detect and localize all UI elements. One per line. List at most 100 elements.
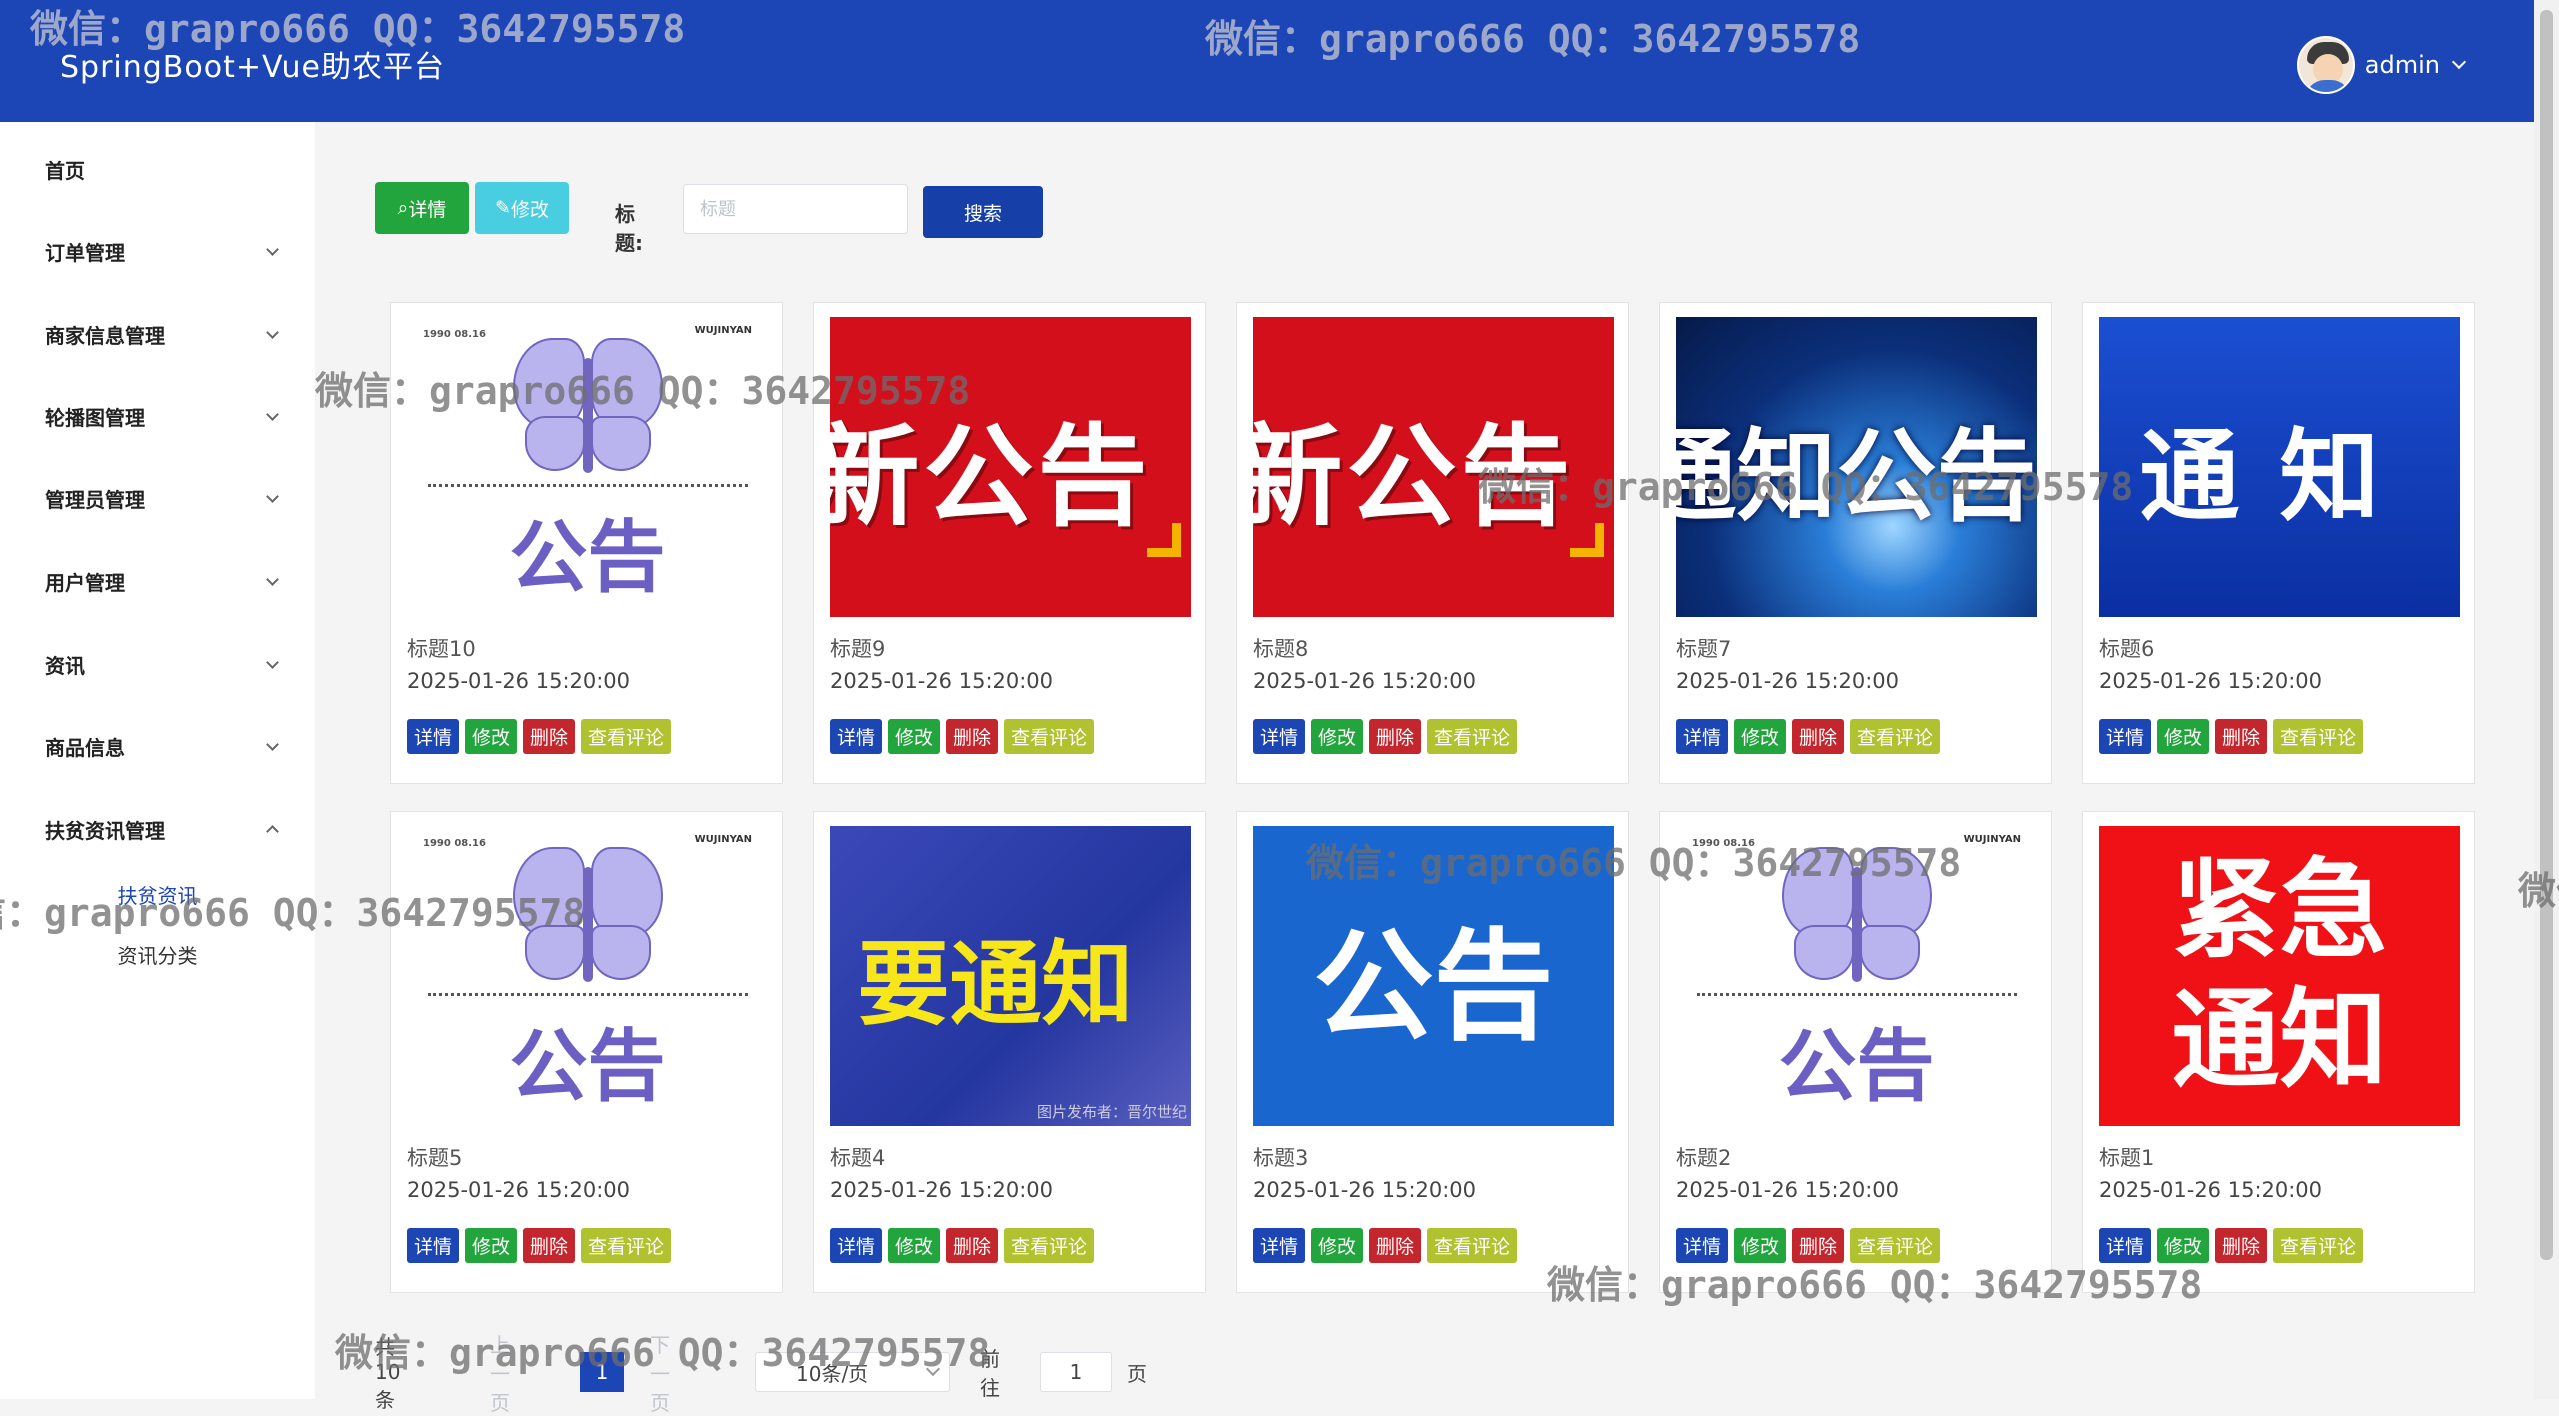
- card-time: 2025-01-26 15:20:00: [407, 669, 631, 693]
- card-detail-button[interactable]: 详情: [2099, 719, 2152, 754]
- card-edit-button[interactable]: 修改: [888, 1228, 941, 1263]
- card-image[interactable]: 1990 08.16 WUJINYAN 公告: [407, 826, 768, 1126]
- sidebar-item-poverty-news[interactable]: 扶贫资讯管理: [0, 799, 315, 859]
- card-comments-button[interactable]: 查看评论: [2273, 1228, 2364, 1263]
- card-image[interactable]: 要通知 图片发布者：晋尔世纪: [830, 826, 1191, 1126]
- card-title: 标题7: [1676, 637, 1732, 661]
- card-time: 2025-01-26 15:20:00: [2099, 669, 2323, 693]
- sidebar-item-orders[interactable]: 订单管理: [0, 221, 315, 281]
- chevron-down-icon[interactable]: [2451, 54, 2467, 70]
- card-delete-button[interactable]: 删除: [2215, 719, 2268, 754]
- card-detail-button[interactable]: 详情: [830, 1228, 883, 1263]
- search-input[interactable]: [683, 184, 908, 234]
- search-icon: ⌕: [397, 197, 409, 219]
- card-edit-button[interactable]: 修改: [2157, 719, 2210, 754]
- card-delete-button[interactable]: 删除: [2215, 1228, 2268, 1263]
- card-detail-button[interactable]: 详情: [1253, 719, 1306, 754]
- card-delete-button[interactable]: 删除: [1792, 719, 1845, 754]
- card-comments-button[interactable]: 查看评论: [1850, 719, 1941, 754]
- card-delete-button[interactable]: 删除: [1369, 1228, 1422, 1263]
- card-delete-button[interactable]: 删除: [523, 719, 576, 754]
- chevron-down-icon[interactable]: [266, 738, 279, 751]
- card-detail-button[interactable]: 详情: [1676, 719, 1729, 754]
- card-edit-button[interactable]: 修改: [1311, 719, 1364, 754]
- pencil-icon: ✎: [495, 197, 511, 219]
- card-time: 2025-01-26 15:20:00: [407, 1178, 631, 1202]
- watermark: 微信：grapro666 QQ：3642795578: [1205, 17, 1861, 61]
- goto-page-input[interactable]: 1: [1040, 1352, 1112, 1392]
- chevron-down-icon[interactable]: [266, 408, 279, 421]
- card-title: 标题3: [1253, 1146, 1309, 1170]
- card-time: 2025-01-26 15:20:00: [1253, 669, 1477, 693]
- sidebar-item-news[interactable]: 资讯: [0, 634, 315, 694]
- card-title: 标题6: [2099, 637, 2155, 661]
- card-title: 标题1: [2099, 1146, 2155, 1170]
- card-title: 标题9: [830, 637, 886, 661]
- sidebar-item-admins[interactable]: 管理员管理: [0, 468, 315, 528]
- news-card[interactable]: 紧急 通知 标题1 2025-01-26 15:20:00 详情 修改 删除 查看评论: [2082, 811, 2475, 1293]
- card-comments-button[interactable]: 查看评论: [1427, 719, 1518, 754]
- chevron-down-icon[interactable]: [266, 490, 279, 503]
- card-time: 2025-01-26 15:20:00: [1676, 1178, 1900, 1202]
- card-title: 标题5: [407, 1146, 463, 1170]
- card-image[interactable]: 紧急 通知: [2099, 826, 2460, 1126]
- card-comments-button[interactable]: 查看评论: [1427, 1228, 1518, 1263]
- card-detail-button[interactable]: 详情: [830, 719, 883, 754]
- card-edit-button[interactable]: 修改: [465, 719, 518, 754]
- search-label: 标题:: [615, 202, 643, 255]
- card-time: 2025-01-26 15:20:00: [1253, 1178, 1477, 1202]
- detail-button[interactable]: ⌕ 详情: [375, 182, 469, 234]
- chevron-down-icon[interactable]: [266, 656, 279, 669]
- card-time: 2025-01-26 15:20:00: [830, 1178, 1054, 1202]
- watermark: 微信：grapro666 QQ：3642795578: [30, 7, 686, 51]
- card-time: 2025-01-26 15:20:00: [830, 669, 1054, 693]
- edit-button[interactable]: ✎ 修改: [475, 182, 569, 234]
- card-detail-button[interactable]: 详情: [407, 719, 460, 754]
- card-edit-button[interactable]: 修改: [1734, 719, 1787, 754]
- page-scrollbar[interactable]: [2534, 0, 2559, 1399]
- card-edit-button[interactable]: 修改: [888, 719, 941, 754]
- news-card[interactable]: 新公告 标题8 2025-01-26 15:20:00 详情 修改 删除 查看评论: [1236, 302, 1629, 784]
- news-card[interactable]: 通知 标题6 2025-01-26 15:20:00 详情 修改 删除 查看评论: [2082, 302, 2475, 784]
- card-comments-button[interactable]: 查看评论: [2273, 719, 2364, 754]
- news-card[interactable]: 要通知 图片发布者：晋尔世纪 标题4 2025-01-26 15:20:00 详情…: [813, 811, 1206, 1293]
- card-title: 标题8: [1253, 637, 1309, 661]
- chevron-down-icon[interactable]: [266, 326, 279, 339]
- user-menu[interactable]: admin: [2296, 36, 2467, 94]
- sidebar: 首页 订单管理 商家信息管理 轮播图管理 管理员管理 用户管理 资讯 商品信息 …: [0, 122, 315, 1399]
- news-card[interactable]: 通知公告 标题7 2025-01-26 15:20:00 详情 修改 删除 查看评论: [1659, 302, 2052, 784]
- scrollbar-thumb[interactable]: [2540, 10, 2553, 1260]
- card-edit-button[interactable]: 修改: [1311, 1228, 1364, 1263]
- watermark: 微信：grapro666 QQ：3642795578: [2518, 869, 2559, 913]
- card-detail-button[interactable]: 详情: [1253, 1228, 1306, 1263]
- watermark: 微信：grapro666 QQ：3642795578: [1478, 465, 2134, 509]
- card-comments-button[interactable]: 查看评论: [1004, 719, 1095, 754]
- chevron-up-icon[interactable]: [266, 825, 279, 838]
- sidebar-item-carousel[interactable]: 轮播图管理: [0, 386, 315, 446]
- sidebar-subitem-news-category[interactable]: 资讯分类: [0, 940, 315, 969]
- card-title: 标题10: [407, 637, 476, 661]
- card-image[interactable]: 通知: [2099, 317, 2460, 617]
- username[interactable]: admin: [2365, 51, 2440, 79]
- card-delete-button[interactable]: 删除: [946, 1228, 999, 1263]
- chevron-down-icon[interactable]: [266, 573, 279, 586]
- watermark: 微信：grapro666 QQ：3642795578: [315, 369, 971, 413]
- sidebar-item-home[interactable]: 首页: [0, 139, 315, 199]
- card-comments-button[interactable]: 查看评论: [581, 719, 672, 754]
- card-title: 标题4: [830, 1146, 886, 1170]
- card-delete-button[interactable]: 删除: [523, 1228, 576, 1263]
- chevron-down-icon[interactable]: [266, 243, 279, 256]
- card-detail-button[interactable]: 详情: [407, 1228, 460, 1263]
- card-comments-button[interactable]: 查看评论: [1004, 1228, 1095, 1263]
- sidebar-item-merchants[interactable]: 商家信息管理: [0, 304, 315, 364]
- sidebar-item-products[interactable]: 商品信息: [0, 716, 315, 776]
- card-delete-button[interactable]: 删除: [1369, 719, 1422, 754]
- card-edit-button[interactable]: 修改: [465, 1228, 518, 1263]
- card-comments-button[interactable]: 查看评论: [581, 1228, 672, 1263]
- search-button[interactable]: 搜索: [923, 186, 1043, 238]
- avatar[interactable]: [2296, 36, 2355, 94]
- card-delete-button[interactable]: 删除: [946, 719, 999, 754]
- card-time: 2025-01-26 15:20:00: [1676, 669, 1900, 693]
- card-title: 标题2: [1676, 1146, 1732, 1170]
- sidebar-item-users[interactable]: 用户管理: [0, 551, 315, 611]
